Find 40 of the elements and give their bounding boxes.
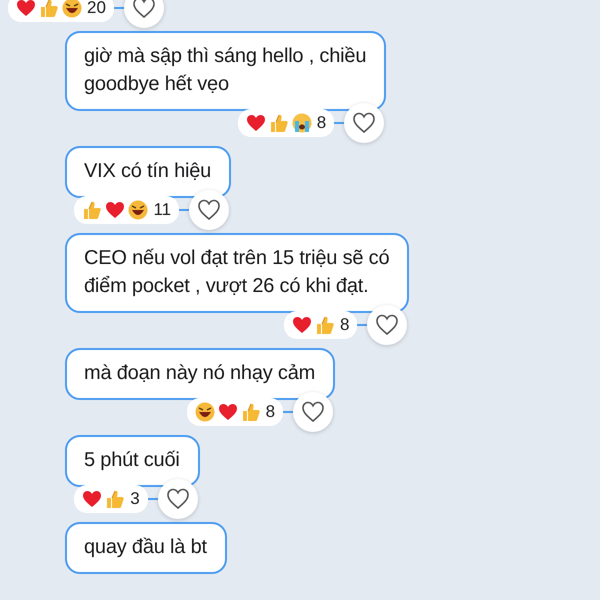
thumbs-up-icon xyxy=(39,0,59,18)
message-bubble: 5 phút cuối xyxy=(65,435,200,487)
heart-emoji-icon xyxy=(218,403,238,421)
reaction-summary[interactable]: 8 xyxy=(238,109,334,137)
thumbs-up-icon xyxy=(240,402,261,422)
thumbs-up-icon xyxy=(82,200,102,220)
reaction-summary[interactable]: 8 xyxy=(284,311,358,339)
crying-face-icon xyxy=(292,113,312,133)
laughing-face-icon xyxy=(128,200,148,220)
react-heart-button[interactable] xyxy=(344,103,384,143)
heart-emoji-icon xyxy=(246,114,266,132)
heart-outline-icon xyxy=(301,401,326,423)
heart-outline-icon xyxy=(375,314,400,336)
heart-emoji-icon xyxy=(105,201,126,219)
heart-outline-icon xyxy=(197,199,222,221)
message-bubble: giờ mà sập thì sáng hello , chiều goodbye hết vẹo xyxy=(65,31,386,111)
reaction-summary[interactable]: 11 xyxy=(74,196,180,224)
heart-outline-icon xyxy=(166,488,190,510)
heart-emoji-icon xyxy=(82,490,102,508)
react-heart-button[interactable] xyxy=(293,392,334,432)
message-bubble: CEO nếu vol đạt trên 15 triệu sẽ có điểm pocket , vượt 26 có khi đạt. xyxy=(65,233,410,313)
heart-emoji-icon xyxy=(292,316,312,334)
react-heart-button[interactable] xyxy=(158,479,198,519)
thumbs-up-icon xyxy=(268,113,289,133)
heart-outline-icon xyxy=(352,112,376,134)
laughing-face-icon xyxy=(194,402,215,422)
thumbs-up-icon xyxy=(105,489,126,509)
react-heart-button[interactable] xyxy=(367,305,408,345)
thumbs-up-icon xyxy=(314,315,335,335)
message-bubble: VIX có tín hiệu xyxy=(65,146,232,198)
react-heart-button[interactable] xyxy=(189,190,230,230)
react-heart-button[interactable] xyxy=(124,0,164,28)
reaction-summary[interactable]: 3 xyxy=(74,485,148,513)
reaction-summary[interactable]: 8 xyxy=(186,398,284,426)
heart-emoji-icon xyxy=(16,0,36,17)
heart-outline-icon xyxy=(132,0,156,19)
message-bubble: mà đoạn này nó nhạy cảm xyxy=(65,348,336,400)
reaction-summary[interactable]: 20 xyxy=(8,0,114,22)
laughing-face-icon xyxy=(62,0,82,18)
message-bubble: quay đầu là bt xyxy=(65,522,227,574)
